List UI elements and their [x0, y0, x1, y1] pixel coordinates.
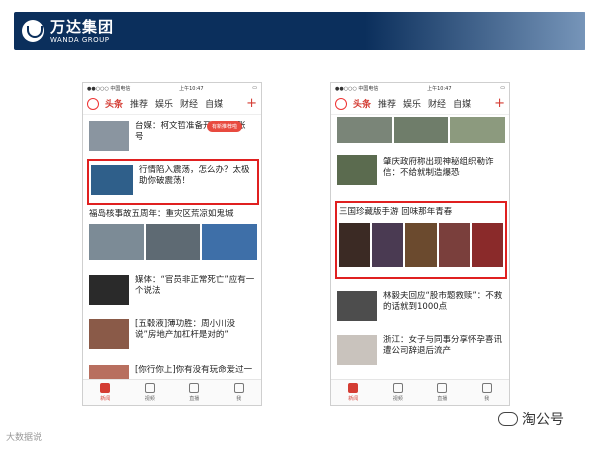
news-title: [五毂液]薄功胜：周小川没说”房地产加杠杆是对的”: [135, 319, 236, 340]
tab-entertainment[interactable]: 娱乐: [403, 97, 421, 110]
news-thumbnail: [89, 275, 129, 305]
phone-screenshot-right: ●●○○○ 中国电信 上午10:47 ▭ 头条 推荐 娱乐 财经 自媒 + 肇庆…: [330, 82, 510, 406]
watermark-left-text: 大数据说: [6, 433, 43, 443]
news-image-row: [337, 117, 506, 143]
live-icon: [437, 383, 448, 393]
news-image: [145, 224, 201, 260]
tab-headline[interactable]: 头条: [353, 97, 371, 110]
news-title: 林毅夫回应“股市题救赎”：不救的话就到1000点: [383, 291, 503, 312]
news-item[interactable]: 浙江：女子与同事分享怀孕喜讯 遭公司辞退后流产: [337, 333, 503, 373]
news-title: [你行你上]你有没有玩命爱过一: [135, 365, 253, 375]
add-channel-icon[interactable]: +: [246, 96, 257, 111]
news-item[interactable]: 福岛核事故五周年：重灾区荒凉如鬼城: [89, 207, 258, 269]
news-item[interactable]: 肇庆政府称出现神秘组织勒诈信：不给就制造爆恐: [337, 153, 503, 193]
nav-me[interactable]: 我: [481, 383, 492, 402]
brand-name-cn: 万达集团: [50, 18, 115, 36]
phone-screenshot-left: ●●○○○ 中国电信 上午10:47 ▭ 头条 推荐 娱乐 财经 自媒 + 台媒…: [82, 82, 262, 406]
live-icon: [189, 383, 200, 393]
tab-finance[interactable]: 财经: [180, 97, 198, 110]
tab-headline[interactable]: 头条: [105, 97, 123, 110]
add-channel-icon[interactable]: +: [494, 96, 505, 111]
news-image: [393, 117, 449, 143]
nav-live-label: 直播: [437, 396, 448, 402]
news-image: [202, 224, 258, 260]
nav-video[interactable]: 视频: [144, 383, 155, 402]
news-title: 肇庆政府称出现神秘组织勒诈信：不给就制造爆恐: [383, 157, 494, 178]
news-image: [337, 117, 392, 143]
user-icon: [481, 383, 492, 393]
battery-icon: ▭: [252, 85, 257, 91]
nav-video-label: 视频: [392, 396, 403, 402]
news-thumbnail: [337, 291, 377, 321]
nav-news[interactable]: 新闻: [100, 383, 110, 402]
tab-recommend[interactable]: 推荐: [378, 97, 396, 110]
news-thumbnail: [89, 121, 129, 151]
carrier-text: ●●○○○ 中国电信: [87, 86, 131, 92]
nav-video[interactable]: 视频: [392, 383, 403, 402]
status-bar: ●●○○○ 中国电信 上午10:47 ▭: [83, 83, 261, 93]
news-thumbnail: [337, 335, 377, 365]
video-icon: [392, 383, 403, 393]
tab-finance[interactable]: 财经: [428, 97, 446, 110]
wechat-icon: [498, 412, 518, 426]
nav-me-label: 我: [236, 396, 242, 402]
video-icon: [144, 383, 155, 393]
battery-icon: ▭: [500, 85, 505, 91]
news-thumbnail: [89, 319, 129, 349]
news-image: [89, 224, 144, 260]
slide-header: 万达集团 WANDA GROUP: [14, 12, 585, 50]
status-bar: ●●○○○ 中国电信 上午10:47 ▭: [331, 83, 509, 93]
watermark-right-text: 淘公号: [522, 412, 564, 428]
news-image: [450, 117, 506, 143]
nav-me-label: 我: [484, 396, 490, 402]
user-avatar-icon[interactable]: [87, 97, 99, 110]
tab-recommend[interactable]: 推荐: [130, 97, 148, 110]
nav-live-label: 直播: [189, 396, 200, 402]
status-time: 上午10:47: [427, 86, 452, 92]
news-icon: [100, 383, 111, 393]
nav-video-label: 视频: [144, 396, 155, 402]
nav-news[interactable]: 新闻: [348, 383, 358, 402]
carrier-text: ●●○○○ 中国电信: [335, 86, 379, 92]
highlight-box: [335, 201, 507, 279]
user-icon: [233, 383, 244, 393]
highlight-box: [87, 159, 259, 205]
news-title: 浙江：女子与同事分享怀孕喜讯 遭公司辞退后流产: [383, 335, 503, 356]
new-recommend-toast[interactable]: 有新推荐啦: [207, 121, 243, 132]
news-thumbnail: [337, 155, 377, 185]
channel-tabs: 头条 推荐 娱乐 财经 自媒 +: [331, 93, 509, 115]
watermark-right: 淘公号: [498, 409, 564, 429]
tab-we-media[interactable]: 自媒: [205, 97, 223, 110]
brand-name-en: WANDA GROUP: [50, 36, 110, 44]
wanda-logo-icon: [22, 20, 44, 42]
user-avatar-icon[interactable]: [335, 97, 347, 110]
channel-tabs: 头条 推荐 娱乐 财经 自媒 +: [83, 93, 261, 115]
nav-live[interactable]: 直播: [437, 383, 447, 402]
news-item[interactable]: 媒体：“官员非正常死亡”应有一个说法: [89, 273, 255, 313]
nav-news-label: 新闻: [100, 396, 111, 402]
nav-news-label: 新闻: [348, 396, 359, 402]
news-item[interactable]: [五毂液]薄功胜：周小川没说”房地产加杠杆是对的”: [89, 317, 255, 357]
tab-we-media[interactable]: 自媒: [453, 97, 471, 110]
tab-entertainment[interactable]: 娱乐: [155, 97, 173, 110]
nav-live[interactable]: 直播: [189, 383, 199, 402]
news-icon: [348, 383, 359, 393]
header-gradient: [365, 12, 585, 50]
bottom-nav: 新闻 视频 直播 我: [83, 379, 261, 405]
watermark-left: 大数据说: [6, 430, 42, 443]
status-time: 上午10:47: [179, 86, 204, 92]
news-image-row: [89, 224, 258, 260]
bottom-nav: 新闻 视频 直播 我: [331, 379, 509, 405]
nav-me[interactable]: 我: [233, 383, 244, 402]
news-title: 媒体：“官员非正常死亡”应有一个说法: [135, 275, 255, 296]
news-item[interactable]: 林毅夫回应“股市题救赎”：不救的话就到1000点: [337, 289, 503, 329]
news-title: 福岛核事故五周年：重灾区荒凉如鬼城: [89, 209, 234, 219]
